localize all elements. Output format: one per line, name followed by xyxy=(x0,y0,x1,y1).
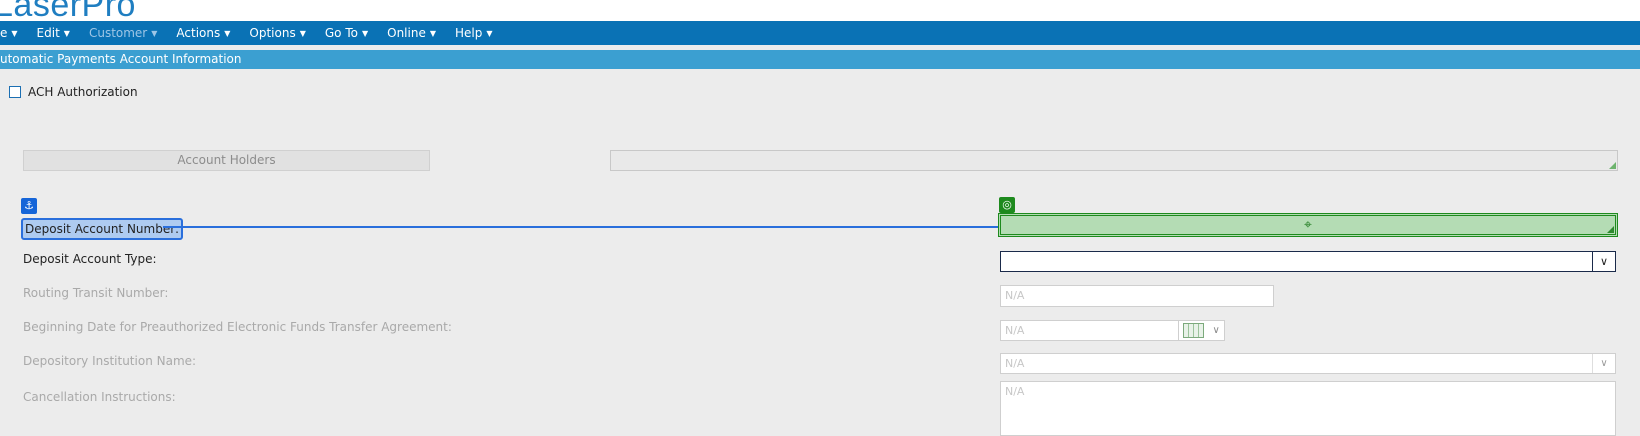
depository-institution-value: N/A xyxy=(1005,357,1025,370)
ach-label: ACH Authorization xyxy=(28,85,138,99)
menu-options[interactable]: Options ▼ xyxy=(249,26,305,40)
menu-edit[interactable]: Edit ▼ xyxy=(37,26,70,40)
section-header: utomatic Payments Account Information xyxy=(0,50,1640,69)
beginning-date-label: Beginning Date for Preauthorized Electro… xyxy=(23,320,452,334)
menu-online-label: Online xyxy=(387,26,426,40)
beginning-date-input: N/A xyxy=(1000,320,1179,341)
chevron-down-icon: ∨ xyxy=(1592,354,1615,373)
chevron-down-icon: ▼ xyxy=(224,29,231,38)
chevron-down-icon: ▼ xyxy=(361,29,369,38)
menu-customer-label: Customer xyxy=(88,26,148,40)
chevron-down-icon[interactable]: ∨ xyxy=(1592,252,1615,271)
chevron-down-icon: ▼ xyxy=(11,29,18,38)
depository-institution-select: N/A ∨ xyxy=(1000,353,1616,374)
field-corner-marker xyxy=(1607,226,1614,233)
menu-file-label: e xyxy=(0,26,8,40)
menu-actions-label: Actions xyxy=(176,26,221,40)
target-icon[interactable]: ◎ xyxy=(999,197,1015,213)
anchor-connector-line xyxy=(163,226,999,228)
deposit-account-number-label[interactable]: Deposit Account Number: xyxy=(21,218,183,240)
chevron-down-icon: ∨ xyxy=(1212,325,1220,336)
cancellation-instructions-label: Cancellation Instructions: xyxy=(23,390,176,404)
chevron-down-icon: ▼ xyxy=(429,29,436,38)
routing-transit-number-label: Routing Transit Number: xyxy=(23,286,169,300)
chevron-down-icon: ▼ xyxy=(299,29,306,38)
routing-transit-number-input: N/A xyxy=(1000,285,1274,307)
ach-authorization[interactable]: ACH Authorization xyxy=(9,85,138,99)
ach-checkbox[interactable] xyxy=(9,86,21,98)
menu-edit-label: Edit xyxy=(36,26,60,40)
menu-help-label: Help xyxy=(455,26,483,40)
calendar-icon xyxy=(1183,323,1205,338)
menu-help[interactable]: Help ▼ xyxy=(455,26,493,40)
anchor-icon[interactable]: ⚓ xyxy=(21,198,37,214)
menu-options-label: Options xyxy=(249,26,296,40)
calendar-button: ∨ xyxy=(1178,320,1225,341)
deposit-account-number-input[interactable]: ⌖ xyxy=(998,213,1618,237)
chevron-down-icon: ▼ xyxy=(151,29,158,38)
menu-goto-label: Go To xyxy=(324,26,358,40)
menu-actions[interactable]: Actions ▼ xyxy=(176,26,230,40)
cancellation-instructions-textarea: N/A xyxy=(1000,381,1616,436)
chevron-down-icon: ▼ xyxy=(486,29,493,38)
menu-online[interactable]: Online ▼ xyxy=(387,26,436,40)
depository-institution-label: Depository Institution Name: xyxy=(23,354,197,368)
menu-customer: Customer ▼ xyxy=(89,26,157,40)
account-holders-field[interactable] xyxy=(610,150,1618,171)
deposit-account-type-select[interactable]: ∨ xyxy=(1000,251,1616,272)
menu-goto[interactable]: Go To ▼ xyxy=(325,26,368,40)
crosshair-icon: ⌖ xyxy=(1304,217,1312,233)
title-area xyxy=(0,0,1640,21)
account-holders-button[interactable]: Account Holders xyxy=(23,150,430,171)
chevron-down-icon: ▼ xyxy=(63,29,70,38)
deposit-account-type-label: Deposit Account Type: xyxy=(23,252,157,266)
menu-bar: e ▼ Edit ▼ Customer ▼ Actions ▼ Options ▼ Go … xyxy=(0,21,1640,45)
field-corner-marker xyxy=(1609,162,1616,169)
menu-file[interactable]: e ▼ xyxy=(0,26,18,40)
